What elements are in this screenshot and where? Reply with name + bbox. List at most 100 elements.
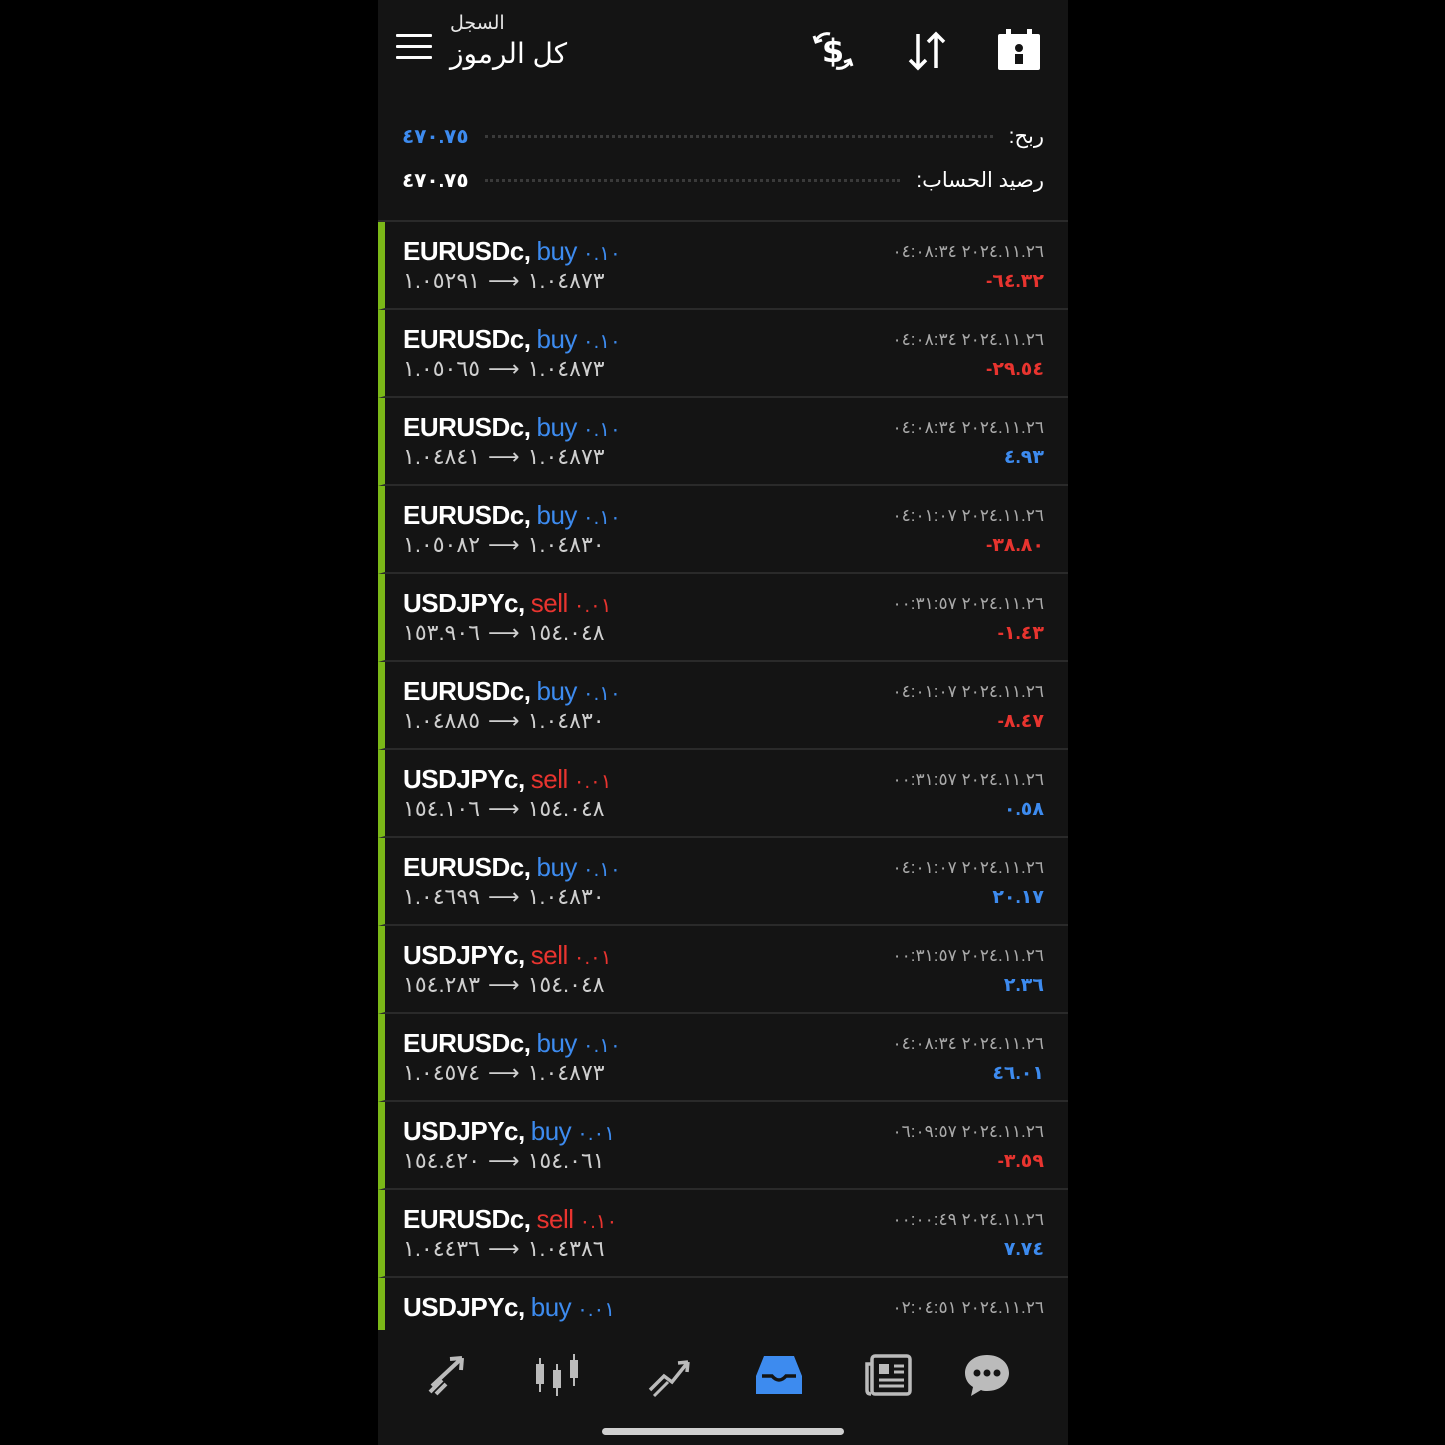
arrow-right-icon: ⟶ bbox=[488, 268, 520, 293]
trade-symbol: USDJPYc, sell ٠.٠١ bbox=[403, 588, 612, 619]
open-price: ١.٠٤٨٧٣ bbox=[527, 444, 605, 469]
trade-time: ٢٠٢٤.١١.٢٦ ٠٠:٠٠:٤٩ bbox=[892, 1210, 1044, 1229]
open-price: ١.٠٤٣٨٦ bbox=[527, 1236, 605, 1261]
arrow-right-icon: ⟶ bbox=[488, 972, 520, 997]
sort-icon[interactable] bbox=[902, 26, 952, 76]
history-icon[interactable] bbox=[754, 1350, 804, 1400]
trade-symbol: EURUSDc, buy ٠.١٠ bbox=[403, 324, 621, 355]
top-bar: السجل كل الرموز $ bbox=[378, 0, 1068, 100]
symbol-name: EURUSDc, bbox=[403, 412, 531, 442]
trade-time: ٢٠٢٤.١١.٢٦ ٠٤:٠٨:٣٤ bbox=[892, 1034, 1044, 1053]
close-price: ١.٠٤٦٩٩ bbox=[403, 884, 481, 909]
page-title[interactable]: كل الرموز bbox=[450, 37, 567, 70]
trade-row[interactable]: USDJPYc, buy ٠.٠١ ١٥٤.٠٦١ ⟶ ١٥٤.٤٢٠ ٢٠٢٤.١١.٢٦… bbox=[378, 1102, 1068, 1190]
trade-history-list[interactable]: EURUSDc, buy ٠.١٠ ١.٠٤٨٧٣⟶١.٠٥٢٩١ ٢٠٢٤.١١.٢٦… bbox=[378, 222, 1068, 1330]
trade-row[interactable]: EURUSDc, buy ٠.١٠ ١.٠٤٨٣٠⟶١.٠٥٠٨٢ ٢٠٢٤.١١.٢٦… bbox=[378, 486, 1068, 574]
arrow-right-icon: ⟶ bbox=[488, 356, 520, 381]
trade-row[interactable]: EURUSDc, buy ٠.١٠ ١.٠٤٨٧٣⟶١.٠٥٢٩١ ٢٠٢٤.١١.٢٦… bbox=[378, 222, 1068, 310]
close-price: ١.٠٥٠٦٥ bbox=[403, 356, 481, 381]
trade-symbol: EURUSDc, buy ٠.١٠ bbox=[403, 236, 621, 267]
trade-side: buy bbox=[536, 324, 577, 354]
profit-row: ٤٧٠.٧٥ ربح: bbox=[402, 116, 1044, 156]
trade-time: ٢٠٢٤.١١.٢٦ ٠٠:٣١:٥٧ bbox=[892, 770, 1044, 789]
open-price: ١.٠٤٨٧٣ bbox=[527, 356, 605, 381]
quotes-icon[interactable] bbox=[422, 1350, 472, 1400]
trade-profit: -٣٨.٨٠ bbox=[986, 535, 1044, 556]
close-price: ١.٠٤٨٤١ bbox=[403, 444, 481, 469]
symbol-name: EURUSDc, bbox=[403, 1204, 531, 1234]
trade-time: ٢٠٢٤.١١.٢٦ ٠٤:٠٨:٣٤ bbox=[892, 242, 1044, 261]
symbol-name: EURUSDc, bbox=[403, 852, 531, 882]
trade-prices: ١.٠٤٨٣٠ ⟶ ١.٠٥٠٨٢ bbox=[403, 532, 605, 558]
dollar-swap-icon[interactable]: $ bbox=[808, 26, 858, 76]
trade-side: buy bbox=[536, 852, 577, 882]
trade-symbol: EURUSDc, buy ٠.١٠ bbox=[403, 852, 621, 883]
open-price: ١٥٤.٠٦١ bbox=[527, 1148, 605, 1173]
arrow-right-icon: ⟶ bbox=[488, 1148, 520, 1173]
trade-time: ٢٠٢٤.١١.٢٦ ٠٤:٠١:٠٧ bbox=[892, 858, 1044, 877]
trade-prices: ١.٠٤٨٧٣ ⟶ ١.٠٥٠٦٥ bbox=[403, 356, 605, 382]
open-price: ١.٠٤٨٧٣ bbox=[527, 268, 605, 293]
trade-row[interactable]: EURUSDc, buy ٠.١٠ ١.٠٤٨٧٣⟶١.٠٤٨٤١ ٢٠٢٤.١١.٢٦… bbox=[378, 398, 1068, 486]
news-icon[interactable] bbox=[864, 1350, 914, 1400]
dotted-leader bbox=[484, 178, 901, 182]
symbol-name: USDJPYc, bbox=[403, 1292, 525, 1322]
trade-row[interactable]: EURUSDc, sell ٠.١٠ ١.٠٤٣٨٦⟶١.٠٤٤٣٦ ٢٠٢٤.١١.٢… bbox=[378, 1190, 1068, 1278]
menu-icon[interactable] bbox=[396, 34, 432, 66]
open-price: ١.٠٤٨٣٠ bbox=[527, 708, 605, 733]
trade-row[interactable]: USDJPYc, sell ٠.٠١ ١٥٤.٠٤٨⟶١٥٤.١٠٦ ٢٠٢٤.١١.٢… bbox=[378, 750, 1068, 838]
trade-row[interactable]: EURUSDc, buy ٠.١٠ ١.٠٤٨٣٠⟶١.٠٤٨٨٥ ٢٠٢٤.١١.٢٦… bbox=[378, 662, 1068, 750]
chat-icon[interactable] bbox=[962, 1350, 1012, 1400]
trade-time: ٢٠٢٤.١١.٢٦ ٠٦:٠٩:٥٧ bbox=[892, 1122, 1044, 1141]
report-calendar-icon[interactable] bbox=[994, 26, 1044, 76]
trade-profit: ٧.٧٤ bbox=[1003, 1239, 1044, 1260]
trade-time: ٢٠٢٤.١١.٢٦ ٠٤:٠٨:٣٤ bbox=[892, 418, 1044, 437]
symbol-name: EURUSDc, bbox=[403, 324, 531, 354]
svg-text:$: $ bbox=[822, 32, 844, 70]
title-block: السجل كل الرموز bbox=[450, 12, 567, 70]
trade-row[interactable]: USDJPYc, buy ٠.٠١ ٢٠٢٤.١١.٢٦ ٠٢:٠٤:٥١ bbox=[378, 1278, 1068, 1330]
trade-side: sell bbox=[536, 1204, 574, 1234]
balance-row: ٤٧٠.٧٥ رصيد الحساب: bbox=[402, 160, 1044, 200]
arrow-right-icon: ⟶ bbox=[488, 1060, 520, 1085]
trade-side: buy bbox=[530, 1116, 572, 1146]
trade-prices: ١.٠٤٨٣٠ ⟶ ١.٠٤٦٩٩ bbox=[403, 884, 605, 910]
trade-prices: ١.٠٤٨٧٣ ⟶ ١.٠٥٢٩١ bbox=[403, 268, 605, 294]
trade-volume: ٠.٠١ bbox=[573, 947, 612, 969]
trade-profit: ٢٠.١٧ bbox=[992, 887, 1044, 908]
trade-profit: ٢.٣٦ bbox=[1003, 975, 1044, 996]
trade-side: buy bbox=[536, 676, 577, 706]
chart-icon[interactable] bbox=[532, 1350, 582, 1400]
arrow-right-icon: ⟶ bbox=[488, 796, 520, 821]
close-price: ١٥٤.٤٢٠ bbox=[403, 1148, 481, 1173]
trade-side: buy bbox=[536, 412, 577, 442]
trade-row[interactable]: EURUSDc, buy ٠.١٠ ١.٠٤٨٧٣ ⟶ ١.٠٤٥٧٤ ٢٠٢٤.١١.٢٦… bbox=[378, 1014, 1068, 1102]
trade-row[interactable]: EURUSDc, buy ٠.١٠ ١.٠٤٨٣٠⟶١.٠٤٦٩٩ ٢٠٢٤.١١.٢٦… bbox=[378, 838, 1068, 926]
trade-row[interactable]: USDJPYc, sell ٠.٠١ ١٥٤.٠٤٨⟶١٥٣.٩٠٦ ٢٠٢٤.١١.٢… bbox=[378, 574, 1068, 662]
trade-row[interactable]: EURUSDc, buy ٠.١٠ ١.٠٤٨٧٣⟶١.٠٥٠٦٥ ٢٠٢٤.١١.٢٦… bbox=[378, 310, 1068, 398]
trade-volume: ٠.٠١ bbox=[577, 1123, 615, 1145]
trade-row[interactable]: USDJPYc, sell ٠.٠١ ١٥٤.٠٤٨⟶١٥٤.٢٨٣ ٢٠٢٤.١١.٢… bbox=[378, 926, 1068, 1014]
trade-volume: ٠.١٠ bbox=[579, 1211, 618, 1233]
arrow-right-icon: ⟶ bbox=[488, 708, 520, 733]
trade-symbol: EURUSDc, buy ٠.١٠ bbox=[403, 1028, 621, 1059]
trade-time: ٢٠٢٤.١١.٢٦ ٠٠:٣١:٥٧ bbox=[892, 946, 1044, 965]
close-price: ١٥٤.١٠٦ bbox=[403, 796, 481, 821]
page-subtitle: السجل bbox=[450, 13, 505, 34]
open-price: ١٥٤.٠٤٨ bbox=[527, 972, 605, 997]
trade-volume: ٠.١٠ bbox=[582, 507, 621, 529]
trade-prices: ١.٠٤٨٣٠ ⟶ ١.٠٤٨٨٥ bbox=[403, 708, 605, 734]
close-price: ١.٠٤٥٧٤ bbox=[403, 1060, 481, 1085]
trade-symbol: EURUSDc, sell ٠.١٠ bbox=[403, 1204, 618, 1235]
trade-profit: -٣.٥٩ bbox=[997, 1151, 1044, 1172]
trade-icon[interactable] bbox=[644, 1350, 694, 1400]
trade-profit: -٨.٤٧ bbox=[997, 711, 1044, 732]
close-price: ١.٠٥٠٨٢ bbox=[403, 532, 481, 557]
open-price: ١.٠٤٨٧٣ bbox=[527, 1060, 605, 1085]
symbol-name: USDJPYc, bbox=[403, 1116, 525, 1146]
open-price: ١.٠٤٨٣٠ bbox=[527, 884, 605, 909]
balance-label: رصيد الحساب: bbox=[916, 168, 1044, 192]
trade-volume: ٠.١٠ bbox=[582, 419, 621, 441]
arrow-right-icon: ⟶ bbox=[488, 1236, 520, 1261]
home-indicator[interactable] bbox=[602, 1428, 844, 1435]
